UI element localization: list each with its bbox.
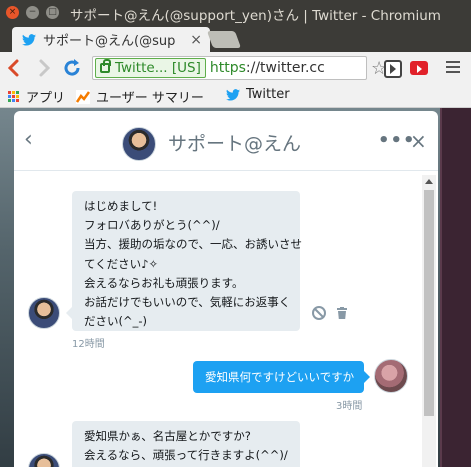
bookmark-apps[interactable]: アプリ <box>8 87 65 106</box>
dm-header: ‹ サポート@えん ••• × <box>14 111 438 171</box>
tab-title: サポート@えん(@sup <box>43 34 176 49</box>
trash-icon[interactable] <box>337 307 347 319</box>
address-bar[interactable]: Twitte... [US] https ://twitter.cc <box>92 56 367 80</box>
window-titlebar: × − □ サポート@えん(@support_yen)さん | Twitter … <box>0 0 471 24</box>
message-line: お話だけでもいいので、気軽にお返事く <box>84 295 291 310</box>
avatar[interactable] <box>28 453 60 467</box>
bookmark-apps-label: アプリ <box>26 91 66 106</box>
window-minimize-button[interactable]: − <box>26 6 39 19</box>
secure-indicator[interactable]: Twitte... [US] <box>95 58 206 78</box>
avatar[interactable] <box>122 127 156 161</box>
message-line: はじめまして! <box>84 199 158 213</box>
avatar[interactable] <box>374 359 408 393</box>
bookmark-user-summary-label: ユーザー サマリー <box>96 91 204 106</box>
message-line: 愛知県かぁ、名古屋とかですか? <box>84 429 251 443</box>
window-close-button[interactable]: × <box>6 6 19 19</box>
reload-icon[interactable] <box>62 58 82 78</box>
background-window-strip <box>440 108 471 467</box>
extension-cursor-icon[interactable] <box>384 60 402 78</box>
lock-icon <box>100 59 111 73</box>
window-maximize-button[interactable]: □ <box>46 6 59 19</box>
bookmarks-bar: アプリ ユーザー サマリー Twitter <box>0 84 471 108</box>
toolbar: Twitte... [US] https ://twitter.cc ☆ <box>0 52 471 84</box>
message-bubble-incoming: はじめまして! フォロバありがとう(^^)/ 当方、援助の垢なので、一応、お誘い… <box>66 191 303 331</box>
message-line: ださい(^_-) <box>84 314 148 329</box>
window-title: サポート@えん(@support_yen)さん | Twitter - Chro… <box>70 8 441 24</box>
secure-label: Twitte... [US] <box>115 60 201 76</box>
avatar[interactable] <box>28 297 60 329</box>
tab-close-icon[interactable]: × <box>190 32 202 48</box>
message-bubble-outgoing: 愛知県何ですけどいいですか <box>193 361 370 393</box>
message-timestamp: 3時間 <box>336 401 363 412</box>
url-scheme: https <box>209 60 246 76</box>
forward-arrow-icon[interactable] <box>36 58 52 78</box>
back-chevron-icon[interactable]: ‹ <box>24 129 33 151</box>
extension-video-icon[interactable] <box>410 61 428 75</box>
conversation-title: サポート@えん <box>168 133 302 155</box>
url-text: ://twitter.cc <box>245 60 325 76</box>
play-icon <box>417 65 422 73</box>
browser-tab[interactable]: サポート@えん(@sup × <box>12 27 210 52</box>
scrollbar[interactable] <box>422 175 436 467</box>
message-line: 当方、援助の垢なので、一応、お誘いさせ <box>84 237 303 252</box>
scrollbar-thumb[interactable] <box>424 190 434 416</box>
new-tab-button[interactable] <box>206 31 242 48</box>
tab-strip: サポート@えん(@sup × <box>0 24 471 52</box>
apps-grid-icon <box>8 90 20 103</box>
message-line: てください♪✧ <box>84 256 159 271</box>
message-line: 会えるならお礼も頑張ります。 <box>84 275 244 290</box>
scroll-up-arrow-icon[interactable] <box>425 179 433 184</box>
message-timestamp: 12時間 <box>72 339 105 350</box>
back-arrow-icon[interactable] <box>6 58 22 78</box>
analytics-chart-icon <box>76 89 90 104</box>
bookmark-user-summary[interactable]: ユーザー サマリー <box>76 87 204 106</box>
message-line: フォロバありがとう(^^)/ <box>84 218 220 233</box>
block-icon[interactable] <box>312 306 326 320</box>
twitter-bird-icon <box>226 88 240 101</box>
message-bubble-incoming: 愛知県かぁ、名古屋とかですか? 会えるなら、頑張って行きますよ(^^)/ <box>72 421 300 467</box>
message-line: 会えるなら、頑張って行きますよ(^^)/ <box>84 448 288 463</box>
twitter-bird-icon <box>22 33 36 46</box>
bookmark-twitter-label: Twitter <box>246 87 290 102</box>
close-icon[interactable]: × <box>410 129 427 153</box>
dm-conversation-dialog: ‹ サポート@えん ••• × はじめまして! フォロバありがとう(^^)/ 当… <box>14 111 438 467</box>
bookmark-twitter[interactable]: Twitter <box>226 87 290 102</box>
menu-icon[interactable] <box>446 61 460 76</box>
